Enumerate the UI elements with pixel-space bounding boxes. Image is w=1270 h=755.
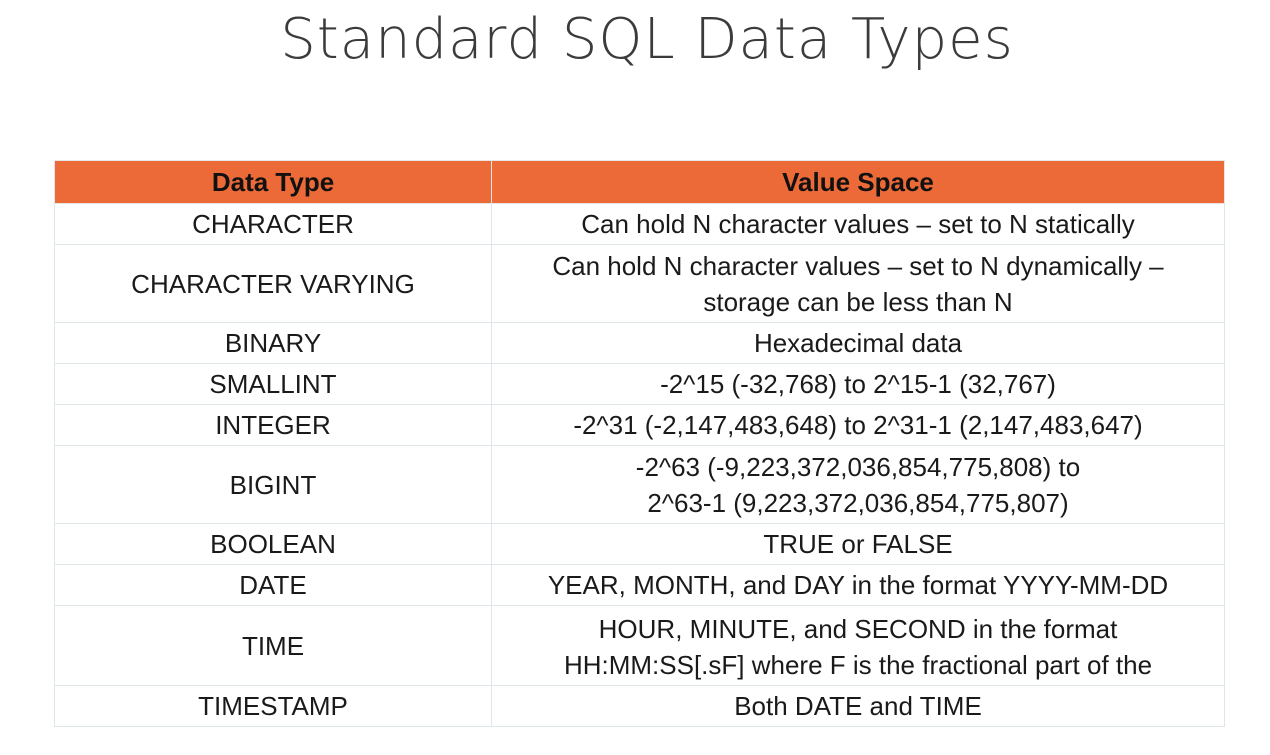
value-space-cell: Can hold N character values – set to N d… <box>491 244 1225 323</box>
table-header-row: Data Type Value Space <box>54 160 1225 204</box>
data-type-cell: BIGINT <box>54 445 492 524</box>
value-space-cell: HOUR, MINUTE, and SECOND in the format H… <box>491 605 1225 686</box>
table-row: TIME HOUR, MINUTE, and SECOND in the for… <box>54 605 1225 686</box>
data-type-cell: BOOLEAN <box>54 523 492 565</box>
slide-title: Standard SQL Data Types <box>280 7 1014 72</box>
data-types-table: Data Type Value Space CHARACTER Can hold… <box>54 160 1225 727</box>
header-value-space: Value Space <box>491 160 1225 204</box>
table-row: SMALLINT -2^15 (-32,768) to 2^15-1 (32,7… <box>54 363 1225 405</box>
table-row: TIMESTAMP Both DATE and TIME <box>54 685 1225 727</box>
data-type-cell: DATE <box>54 564 492 606</box>
value-space-cell: Both DATE and TIME <box>491 685 1225 727</box>
data-type-cell: TIMESTAMP <box>54 685 492 727</box>
data-type-cell: CHARACTER VARYING <box>54 244 492 323</box>
table-row: CHARACTER VARYING Can hold N character v… <box>54 244 1225 323</box>
data-type-cell: BINARY <box>54 322 492 364</box>
value-space-cell: -2^31 (-2,147,483,648) to 2^31-1 (2,147,… <box>491 404 1225 446</box>
table-row: BOOLEAN TRUE or FALSE <box>54 523 1225 565</box>
value-space-cell: Can hold N character values – set to N s… <box>491 203 1225 245</box>
data-type-cell: TIME <box>54 605 492 686</box>
data-type-cell: INTEGER <box>54 404 492 446</box>
data-type-cell: SMALLINT <box>54 363 492 405</box>
table-row: BINARY Hexadecimal data <box>54 322 1225 364</box>
table-row: CHARACTER Can hold N character values – … <box>54 203 1225 245</box>
value-space-cell: TRUE or FALSE <box>491 523 1225 565</box>
table-row: BIGINT -2^63 (-9,223,372,036,854,775,808… <box>54 445 1225 524</box>
value-space-cell: YEAR, MONTH, and DAY in the format YYYY-… <box>491 564 1225 606</box>
header-data-type: Data Type <box>54 160 492 204</box>
value-space-cell: -2^63 (-9,223,372,036,854,775,808) to 2^… <box>491 445 1225 524</box>
data-type-cell: CHARACTER <box>54 203 492 245</box>
table-row: DATE YEAR, MONTH, and DAY in the format … <box>54 564 1225 606</box>
value-space-cell: Hexadecimal data <box>491 322 1225 364</box>
value-space-cell: -2^15 (-32,768) to 2^15-1 (32,767) <box>491 363 1225 405</box>
table-row: INTEGER -2^31 (-2,147,483,648) to 2^31-1… <box>54 404 1225 446</box>
